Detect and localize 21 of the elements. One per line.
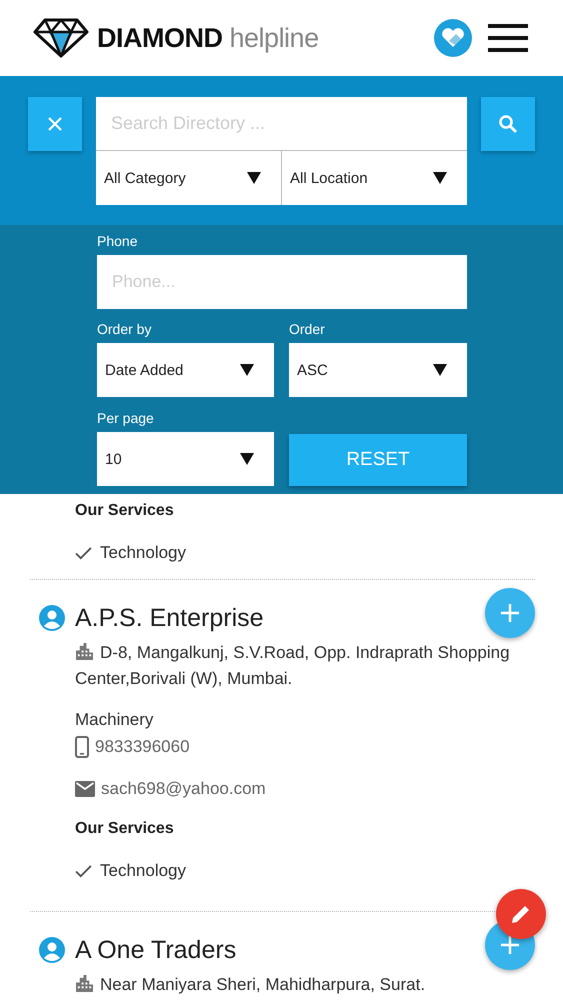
dropdown[interactable]: 10 bbox=[97, 432, 274, 486]
dropdown[interactable]: All Location bbox=[282, 151, 467, 205]
listing-name[interactable]: A One Traders bbox=[75, 936, 485, 964]
field-label: Per page bbox=[97, 410, 155, 426]
phone-number[interactable]: 9833396060 bbox=[95, 737, 190, 757]
service-text: Technology bbox=[100, 861, 186, 881]
service-text: Technology bbox=[100, 543, 186, 563]
field-label: Order by bbox=[97, 321, 152, 337]
category-text: Machinery bbox=[75, 710, 154, 730]
field-label: Phone bbox=[97, 233, 138, 249]
dropdown[interactable]: All Category bbox=[96, 151, 281, 205]
listing-name[interactable]: A.P.S. Enterprise bbox=[75, 604, 485, 632]
brand-name: DIAMOND helpline bbox=[97, 22, 319, 54]
services-heading: Our Services bbox=[75, 820, 175, 838]
dropdown[interactable]: Date Added bbox=[97, 343, 274, 397]
services-heading: Our Services bbox=[75, 502, 175, 520]
field-label: Order bbox=[289, 321, 326, 337]
address-text: Near Maniyara Sheri, Mahidharpura, Surat. bbox=[75, 972, 535, 998]
address-text: D-8, Mangalkunj, S.V.Road, Opp. Indraprath Shopping Center,Borivali (W), Mumbai. bbox=[75, 642, 511, 690]
email-address[interactable]: sach698@yahoo.com bbox=[101, 779, 266, 799]
dropdown[interactable]: ASC bbox=[289, 343, 467, 397]
